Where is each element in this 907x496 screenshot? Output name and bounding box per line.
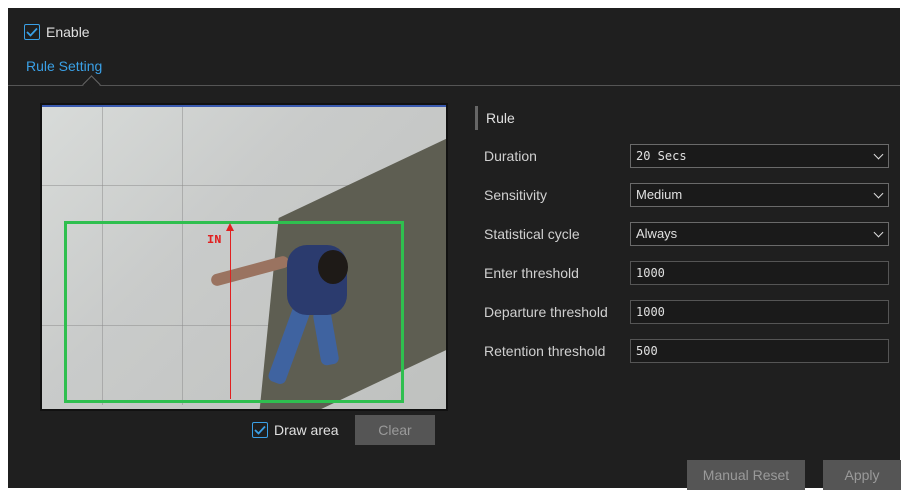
apply-button[interactable]: Apply (823, 460, 901, 490)
manual-reset-button[interactable]: Manual Reset (687, 460, 805, 490)
statistical-cycle-value: Always (636, 226, 678, 241)
retention-threshold-label: Retention threshold (484, 343, 606, 359)
draw-area-checkbox[interactable] (252, 422, 268, 438)
draw-area-row[interactable]: Draw area (252, 420, 339, 440)
check-icon (254, 425, 266, 435)
statistical-cycle-label: Statistical cycle (484, 226, 580, 242)
detection-area-rectangle[interactable] (64, 221, 404, 403)
direction-label: IN (207, 233, 222, 247)
draw-area-label: Draw area (274, 422, 339, 438)
enable-checkbox[interactable] (24, 24, 40, 40)
sensitivity-select[interactable]: Medium (630, 183, 889, 207)
counting-line[interactable] (230, 227, 231, 399)
enable-label: Enable (46, 24, 90, 40)
enter-threshold-label: Enter threshold (484, 265, 579, 281)
enable-row[interactable]: Enable (24, 22, 90, 42)
tab-divider (8, 85, 900, 86)
duration-value: 20 Secs (636, 149, 687, 163)
clear-button[interactable]: Clear (355, 415, 435, 445)
enter-threshold-input[interactable]: 1000 (630, 261, 889, 285)
departure-threshold-label: Departure threshold (484, 304, 608, 320)
check-icon (26, 27, 38, 37)
settings-panel: Enable Rule Setting IN Draw area Clear R… (8, 8, 901, 490)
retention-threshold-input[interactable]: 500 (630, 339, 889, 363)
sensitivity-label: Sensitivity (484, 187, 548, 203)
chevron-down-icon (873, 149, 884, 160)
video-preview[interactable]: IN (40, 103, 448, 411)
chevron-down-icon (873, 188, 884, 199)
duration-select[interactable]: 20 Secs (630, 144, 889, 168)
statistical-cycle-select[interactable]: Always (630, 222, 889, 246)
chevron-down-icon (873, 227, 884, 238)
sensitivity-value: Medium (636, 187, 683, 202)
direction-arrow-icon (226, 223, 234, 231)
video-top-border (42, 105, 446, 107)
rule-section-title: Rule (475, 106, 515, 130)
tab-rule-setting[interactable]: Rule Setting (26, 58, 102, 74)
tab-indicator (82, 75, 101, 94)
duration-label: Duration (484, 148, 537, 164)
departure-threshold-input[interactable]: 1000 (630, 300, 889, 324)
